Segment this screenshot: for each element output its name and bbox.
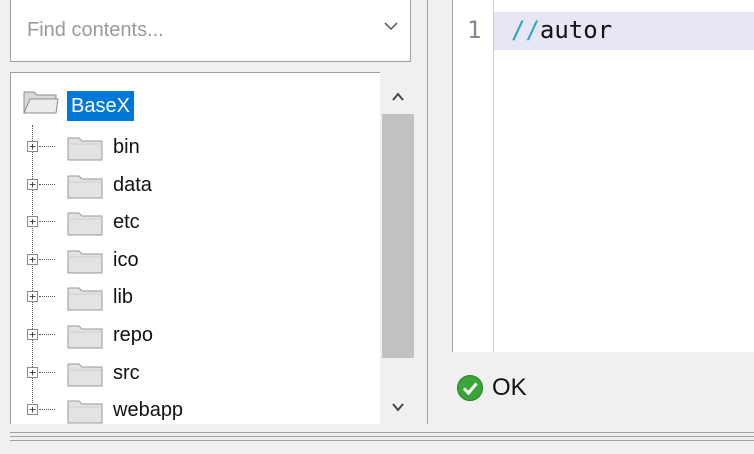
file-tree[interactable]: BaseX + bin + data + etc + ico + lib + repo + src + web…	[10, 72, 416, 424]
folder-icon	[67, 135, 103, 166]
expand-icon[interactable]: +	[27, 366, 38, 378]
tree-item-label[interactable]: data	[113, 174, 152, 197]
expand-icon[interactable]: +	[27, 216, 38, 228]
tree-connector	[39, 371, 55, 373]
expand-icon[interactable]: +	[27, 291, 38, 303]
tree-connector	[39, 296, 55, 298]
horizontal-splitter[interactable]	[0, 424, 754, 454]
tree-connector	[39, 334, 55, 335]
folder-icon	[67, 248, 103, 279]
scroll-up-button[interactable]	[380, 82, 416, 112]
tree-connector	[39, 146, 55, 147]
chevron-down-icon[interactable]	[384, 18, 398, 36]
tree-root-label[interactable]: BaseX	[67, 91, 134, 121]
grip-line	[10, 436, 754, 437]
tree-item[interactable]: + data	[11, 167, 381, 203]
tree-item-label[interactable]: webapp	[113, 399, 183, 422]
tree-item-label[interactable]: repo	[113, 324, 153, 347]
expand-icon[interactable]: +	[27, 329, 38, 340]
tree-connector	[39, 409, 55, 411]
tree-item[interactable]: + webapp	[11, 392, 381, 424]
scroll-down-button[interactable]	[380, 392, 416, 422]
expand-icon[interactable]: +	[27, 141, 38, 152]
folder-icon	[67, 323, 103, 354]
tree-scrollbar[interactable]	[380, 72, 416, 424]
line-gutter	[453, 0, 493, 352]
folder-icon	[67, 361, 103, 392]
folder-icon	[67, 173, 103, 204]
tree-connector	[39, 221, 55, 223]
tree-item[interactable]: + lib	[11, 279, 381, 315]
tree-item-label[interactable]: bin	[113, 136, 140, 159]
tree-item[interactable]: + src	[11, 355, 381, 391]
grip-line	[10, 432, 754, 433]
search-input[interactable]	[11, 6, 369, 54]
line-number: 1	[467, 16, 482, 44]
folder-icon	[67, 210, 103, 241]
tree-item-label[interactable]: src	[113, 362, 140, 385]
code-line[interactable]: //autor	[511, 16, 612, 44]
search-combobox[interactable]	[10, 0, 411, 62]
tree-item-label[interactable]: etc	[113, 211, 140, 234]
tree-item[interactable]: + ico	[11, 242, 381, 278]
code-operator: //	[511, 16, 540, 44]
scroll-thumb[interactable]	[382, 114, 414, 358]
status-text: OK	[492, 374, 527, 401]
tree-item[interactable]: + repo	[11, 317, 381, 353]
expand-icon[interactable]: +	[27, 253, 38, 265]
grip-line	[10, 440, 754, 441]
expand-icon[interactable]: +	[27, 404, 38, 416]
open-folder-icon	[23, 88, 59, 119]
tree-item-label[interactable]: ico	[113, 249, 139, 272]
tree-connector	[39, 183, 55, 185]
tree-connector	[39, 258, 55, 260]
gutter-divider	[493, 0, 494, 352]
expand-icon[interactable]: +	[27, 178, 38, 190]
code-name: autor	[539, 16, 613, 44]
vertical-splitter[interactable]	[424, 0, 442, 424]
tree-item[interactable]: + bin	[11, 129, 381, 165]
folder-icon	[67, 398, 103, 424]
folder-icon	[67, 285, 103, 316]
code-editor[interactable]: 1 //autor	[452, 0, 754, 352]
tree-root-item[interactable]: BaseX	[11, 73, 381, 121]
tree-item[interactable]: + etc	[11, 204, 381, 240]
status-bar: OK	[452, 352, 754, 424]
check-circle-icon	[456, 374, 484, 407]
file-browser-panel: BaseX + bin + data + etc + ico + lib + repo + src + web…	[0, 0, 424, 424]
tree-item-label[interactable]: lib	[113, 286, 133, 309]
